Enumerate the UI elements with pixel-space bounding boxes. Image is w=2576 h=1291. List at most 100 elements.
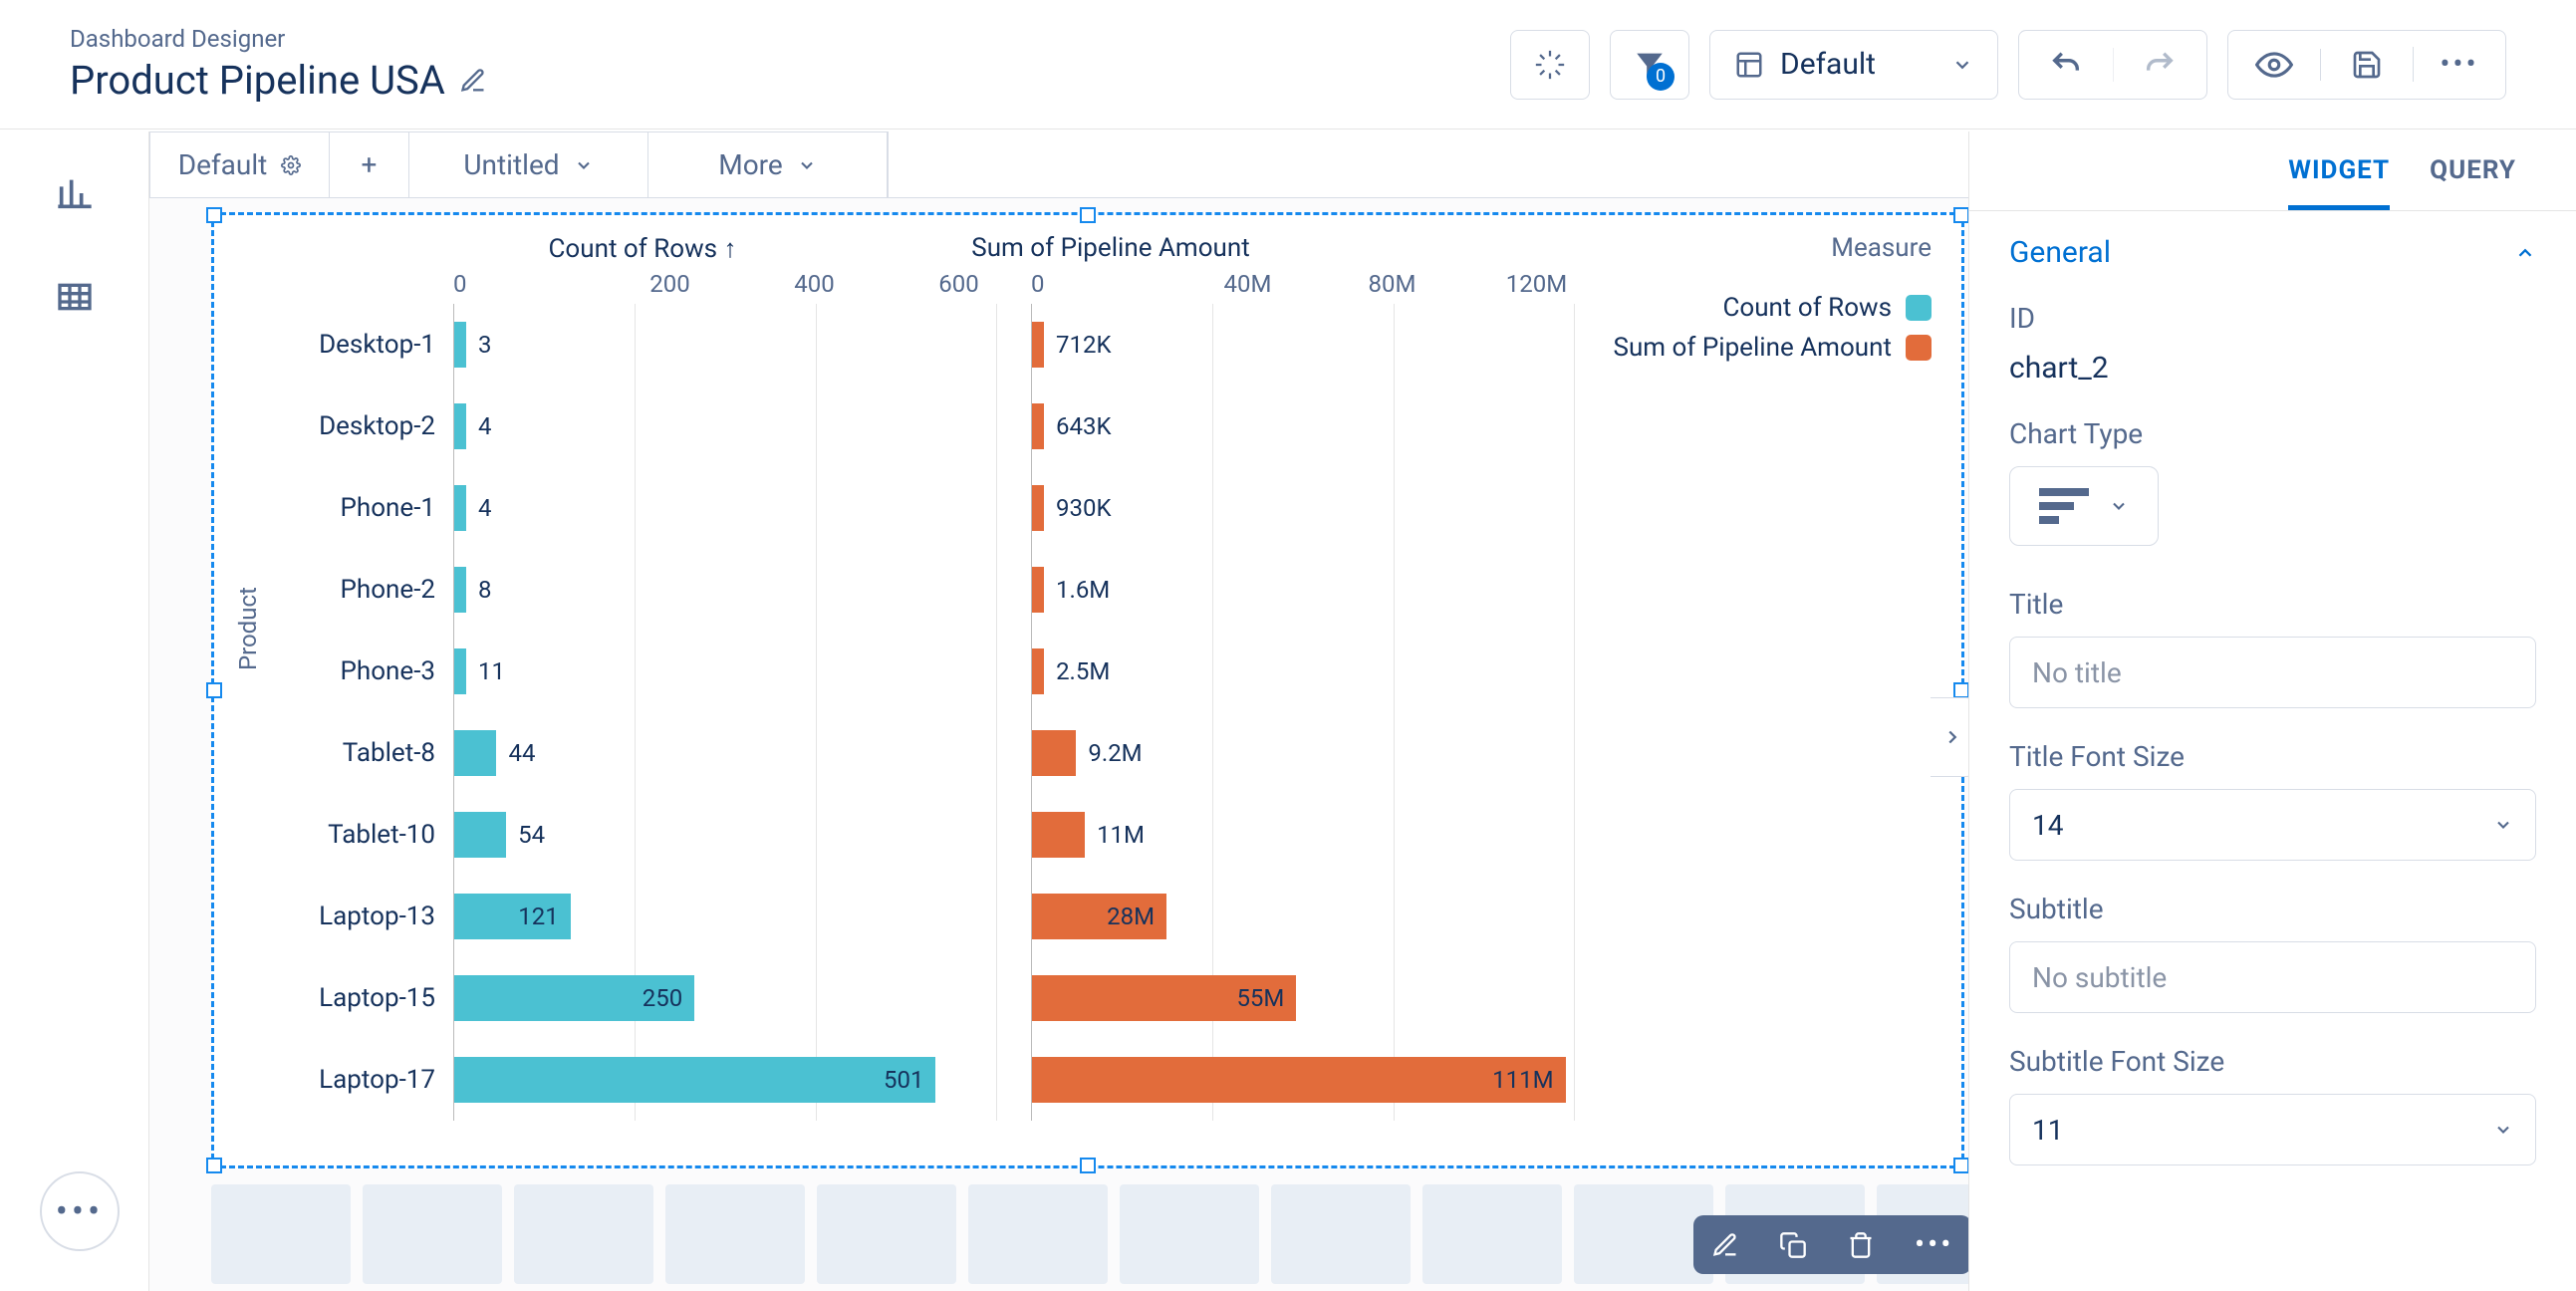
chart-type-label: Chart Type — [2009, 417, 2536, 450]
empty-slot[interactable] — [514, 1184, 653, 1284]
tab-more[interactable]: More — [648, 132, 888, 197]
redo-button[interactable] — [2113, 48, 2207, 82]
page-tabs: Default + Untitled More — [149, 131, 889, 197]
edit-title-icon[interactable] — [459, 67, 487, 95]
tab-untitled[interactable]: Untitled — [409, 132, 648, 197]
tab-default[interactable]: Default — [150, 132, 330, 197]
subtitle-label: Subtitle — [2009, 893, 2536, 925]
resize-handle[interactable] — [206, 682, 222, 698]
empty-slot[interactable] — [1120, 1184, 1259, 1284]
bar-label: 11M — [1097, 821, 1145, 849]
empty-slot[interactable] — [817, 1184, 956, 1284]
axis-tick: 400 — [742, 270, 887, 298]
chart: Count of Rows ↑ Sum of Pipeline Amount M… — [244, 233, 1941, 1148]
chart-type-selector[interactable] — [2009, 466, 2159, 546]
title-font-select[interactable]: 14 — [2009, 789, 2536, 861]
more-widgets-button[interactable]: ••• — [40, 1171, 120, 1251]
bar[interactable] — [1032, 648, 1044, 694]
category-label: Laptop-17 — [244, 1039, 453, 1121]
bar[interactable]: 250 — [454, 975, 694, 1021]
resize-handle[interactable] — [206, 207, 222, 223]
bar[interactable] — [454, 648, 466, 694]
id-label: ID — [2009, 302, 2536, 335]
tab-untitled-label: Untitled — [463, 148, 559, 181]
bar[interactable] — [454, 403, 466, 449]
table-widget-icon[interactable] — [53, 275, 97, 319]
bar[interactable] — [454, 567, 466, 613]
layout-selector[interactable]: Default — [1709, 30, 1998, 100]
empty-slot[interactable] — [665, 1184, 805, 1284]
bar[interactable] — [1032, 730, 1076, 776]
bar[interactable]: 121 — [454, 894, 571, 939]
view-save-group: ••• — [2227, 30, 2506, 100]
empty-slot[interactable] — [211, 1184, 351, 1284]
bar[interactable] — [1032, 567, 1044, 613]
widget-action-bar: ••• — [1693, 1215, 1971, 1274]
empty-slot[interactable] — [1422, 1184, 1562, 1284]
measure-label: Measure — [1831, 233, 1941, 264]
resize-handle[interactable] — [1080, 1158, 1096, 1173]
empty-slot[interactable] — [968, 1184, 1108, 1284]
bar-label: 2.5M — [1056, 657, 1110, 685]
empty-slot[interactable] — [1574, 1184, 1713, 1284]
bar[interactable] — [1032, 812, 1085, 858]
axis-tick: 120M — [1464, 270, 1609, 298]
axis-tick: 40M — [1175, 270, 1320, 298]
resize-handle[interactable] — [1953, 1158, 1968, 1173]
title-font-value: 14 — [2032, 809, 2063, 842]
chevron-down-icon — [797, 155, 817, 175]
bar-label: 3 — [478, 331, 492, 359]
bar[interactable]: 28M — [1032, 894, 1166, 939]
tab-query[interactable]: QUERY — [2430, 155, 2516, 210]
resize-handle[interactable] — [1080, 207, 1096, 223]
subtitle-input[interactable] — [2009, 941, 2536, 1013]
breadcrumb[interactable]: Dashboard Designer — [70, 25, 1510, 53]
undo-button[interactable] — [2019, 48, 2113, 82]
save-button[interactable] — [2320, 49, 2413, 81]
chart-widget[interactable]: Count of Rows ↑ Sum of Pipeline Amount M… — [211, 212, 1964, 1168]
category-label: Phone-3 — [244, 631, 453, 712]
axis-tick: 600 — [887, 270, 1031, 298]
bar[interactable]: 111M — [1032, 1057, 1566, 1103]
bar[interactable]: 501 — [454, 1057, 935, 1103]
more-actions-button[interactable]: ••• — [2413, 47, 2505, 82]
subtitle-font-label: Subtitle Font Size — [2009, 1045, 2536, 1078]
bar[interactable]: 55M — [1032, 975, 1296, 1021]
widget-more-icon[interactable]: ••• — [1915, 1227, 1953, 1262]
bar-label: 121 — [518, 903, 558, 930]
resize-handle[interactable] — [1953, 207, 1968, 223]
bar[interactable] — [454, 812, 506, 858]
subtitle-font-select[interactable]: 11 — [2009, 1094, 2536, 1165]
bar[interactable] — [1032, 485, 1044, 531]
category-label: Laptop-13 — [244, 876, 453, 957]
resize-handle[interactable] — [206, 1158, 222, 1173]
properties-panel: WIDGET QUERY General ID chart_2 Chart Ty… — [1968, 131, 2576, 1291]
preview-button[interactable] — [2228, 46, 2320, 84]
bar-label: 643K — [1056, 412, 1112, 440]
empty-slot[interactable] — [1271, 1184, 1411, 1284]
filter-button[interactable]: 0 — [1610, 30, 1689, 100]
title-input[interactable] — [2009, 637, 2536, 708]
gear-icon[interactable] — [281, 155, 301, 175]
resize-handle[interactable] — [1953, 682, 1968, 698]
bar[interactable] — [454, 485, 466, 531]
bar[interactable] — [454, 730, 496, 776]
chevron-down-icon — [574, 155, 594, 175]
bar[interactable] — [1032, 322, 1044, 368]
widget-delete-icon[interactable] — [1847, 1231, 1875, 1259]
sparkle-button[interactable] — [1510, 30, 1590, 100]
chart-header-left: Count of Rows ↑ — [244, 233, 822, 264]
bar-label: 501 — [884, 1066, 923, 1094]
bar[interactable] — [454, 322, 466, 368]
widget-edit-icon[interactable] — [1711, 1231, 1739, 1259]
chart-widget-icon[interactable] — [53, 171, 97, 215]
section-general[interactable]: General — [1969, 211, 2576, 294]
empty-slot[interactable] — [363, 1184, 502, 1284]
bar-label: 54 — [518, 821, 545, 849]
tab-widget[interactable]: WIDGET — [2288, 155, 2390, 210]
tab-add[interactable]: + — [330, 132, 409, 197]
bar[interactable] — [1032, 403, 1044, 449]
dashboard-canvas[interactable]: Count of Rows ↑ Sum of Pipeline Amount M… — [149, 197, 1968, 1291]
widget-copy-icon[interactable] — [1779, 1231, 1807, 1259]
chevron-down-icon — [1951, 54, 1973, 76]
